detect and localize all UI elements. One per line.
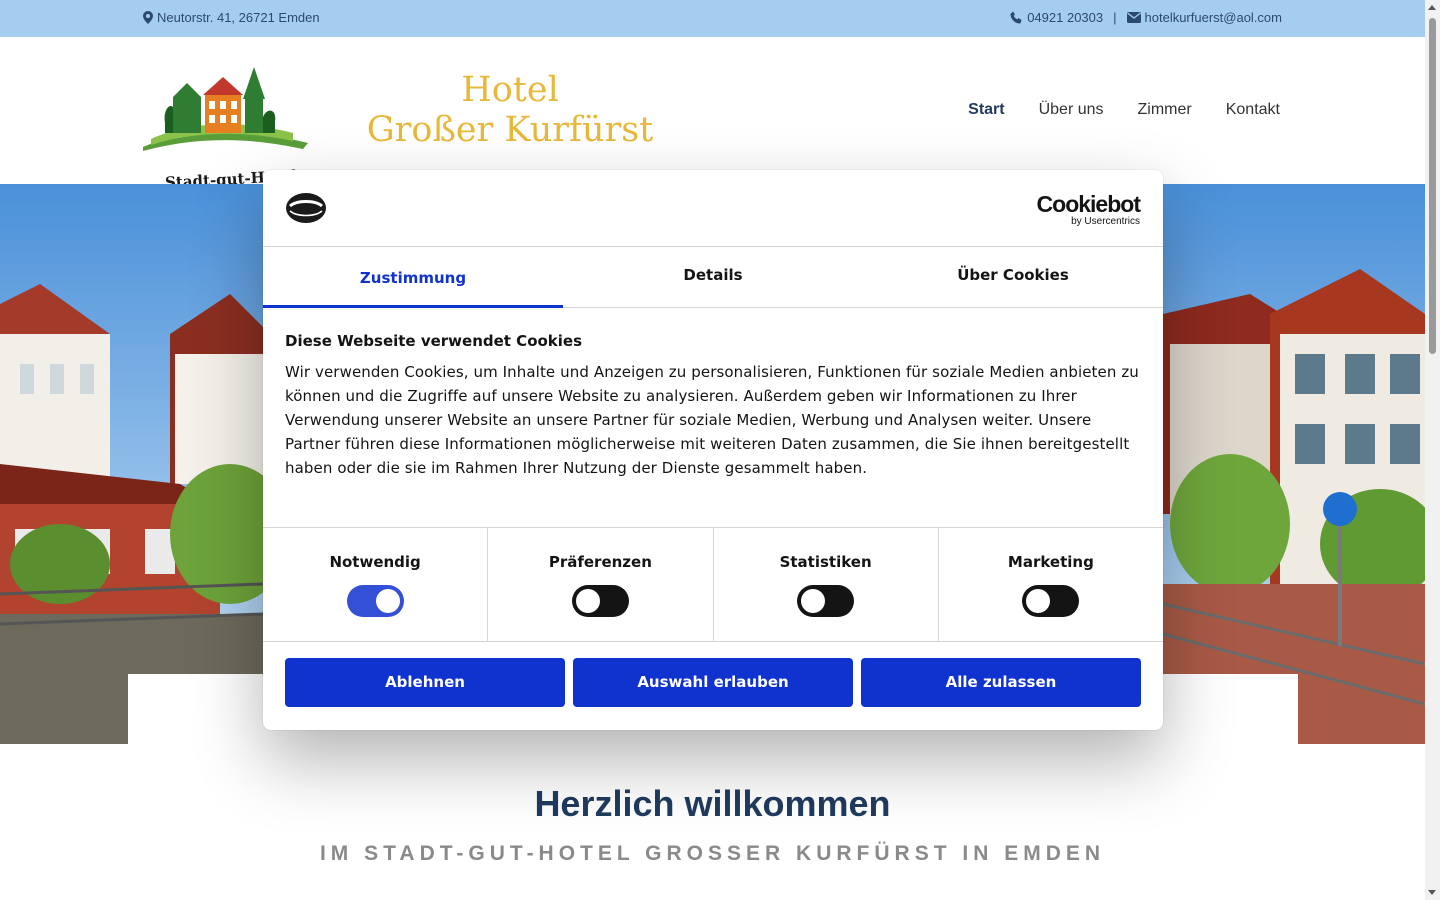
allow-all-button[interactable]: Alle zulassen [861, 658, 1141, 707]
toggle-knob [801, 589, 826, 613]
welcome-title: Herzlich willkommen [534, 783, 891, 824]
toggle-label-praeferenzen: Präferenzen [548, 553, 652, 571]
cookie-title: Diese Webseite verwendet Cookies [285, 332, 583, 350]
cookie-body: Diese Webseite verwendet Cookies Wir ver… [263, 308, 1163, 528]
nav-ueber-uns[interactable]: Über uns [1039, 101, 1104, 119]
scroll-up-arrow[interactable] [1428, 5, 1436, 10]
toggle-knob [575, 589, 600, 613]
cookie-tabs: Zustimmung Details Über Cookies [263, 247, 1163, 308]
welcome-subtitle: IM STADT-GUT-HOTEL GROSSER KURFÜRST IN E… [319, 842, 1106, 865]
top-info-bar: Neutorstr. 41, 26721 Emden 04921 20303 |… [0, 0, 1425, 37]
contact-separator: | [1113, 10, 1117, 25]
map-marker-icon [143, 11, 153, 24]
nav-start[interactable]: Start [968, 101, 1004, 119]
cookie-buttons: Ablehnen Auswahl erlauben Alle zulassen [263, 642, 1163, 723]
cookie-description: Wir verwenden Cookies, um Inhalte und An… [285, 363, 1139, 477]
toggle-label-notwendig: Notwendig [329, 553, 421, 571]
toggle-knob [1026, 589, 1051, 613]
site-header: Stadt-gut-Hotels Hotel Großer Kurfürst S… [0, 37, 1425, 192]
toggle-marketing[interactable] [1022, 585, 1080, 617]
nav-kontakt[interactable]: Kontakt [1226, 101, 1280, 119]
address-block: Neutorstr. 41, 26721 Emden [143, 10, 320, 25]
address-text: Neutorstr. 41, 26721 Emden [157, 10, 320, 25]
tab-details[interactable]: Details [563, 247, 863, 307]
toggle-group-marketing: Marketing [939, 528, 1163, 641]
stadt-gut-hotels-logo[interactable] [143, 67, 308, 155]
toggle-group-praeferenzen: Präferenzen [488, 528, 714, 641]
cookiebot-logo-text: Cookiebot [1036, 191, 1141, 217]
toggle-group-statistiken: Statistiken [714, 528, 939, 641]
tab-zustimmung[interactable]: Zustimmung [263, 247, 563, 308]
page-scrollbar[interactable] [1425, 0, 1440, 900]
toggle-notwendig[interactable] [346, 585, 404, 617]
contact-block: 04921 20303 | hotelkurfuerst@aol.com [1010, 10, 1282, 25]
toggle-praeferenzen[interactable] [571, 585, 629, 617]
toggle-label-marketing: Marketing [1007, 553, 1094, 571]
decline-button[interactable]: Ablehnen [285, 658, 565, 707]
cookie-dialog-header: Cookiebot by Usercentrics [263, 170, 1163, 247]
cookiebot-logo-subtext: by Usercentrics [1071, 216, 1140, 227]
envelope-icon [1126, 12, 1141, 23]
cookie-consent-dialog: Cookiebot by Usercentrics Zustimmung Det… [263, 170, 1163, 730]
nav-zimmer[interactable]: Zimmer [1138, 101, 1192, 119]
site-brand-icon [285, 192, 327, 228]
cookiebot-logo[interactable]: Cookiebot by Usercentrics [1036, 191, 1141, 228]
phone-link[interactable]: 04921 20303 [1027, 10, 1103, 25]
toggle-label-statistiken: Statistiken [779, 553, 872, 571]
tab-ueber-cookies[interactable]: Über Cookies [863, 247, 1163, 307]
hotel-title: Hotel Großer Kurfürst [350, 70, 670, 150]
scroll-thumb[interactable] [1429, 18, 1436, 354]
email-link[interactable]: hotelkurfuerst@aol.com [1145, 10, 1282, 25]
allow-selection-button[interactable]: Auswahl erlauben [573, 658, 853, 707]
toggle-group-notwendig: Notwendig [263, 528, 489, 641]
phone-icon [1010, 11, 1023, 24]
scroll-down-arrow[interactable] [1428, 890, 1436, 895]
toggle-statistiken[interactable] [797, 585, 855, 617]
toggle-knob [375, 589, 400, 613]
hotel-title-line2: Großer Kurfürst [366, 110, 654, 150]
cookie-category-toggles: Notwendig Präferenzen Statistiken Market… [263, 528, 1163, 642]
main-nav: Start Über uns Zimmer Kontakt [968, 101, 1280, 119]
hotel-title-line1: Hotel [461, 70, 559, 110]
